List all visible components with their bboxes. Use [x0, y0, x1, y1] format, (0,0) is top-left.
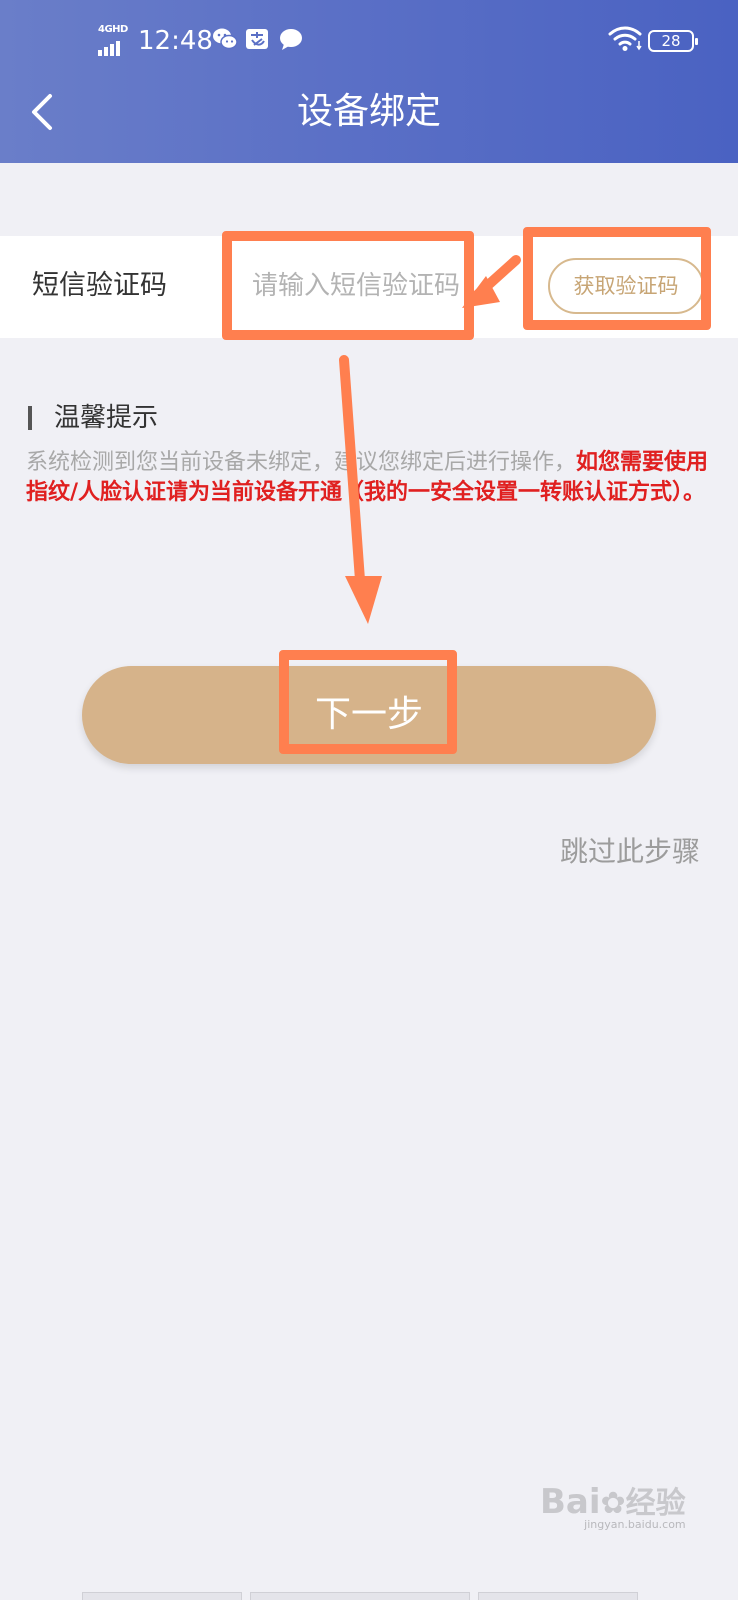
- signal-icon: 4GHD: [98, 24, 130, 56]
- network-type: 4GHD: [98, 24, 128, 35]
- annotation-box-input: [222, 231, 474, 340]
- wechat-icon: [212, 26, 238, 52]
- baidu-watermark-logo: Bai✿经验 jingyan.baidu.com: [540, 1482, 686, 1531]
- battery-icon: 28: [648, 30, 698, 52]
- alipay-icon: [244, 26, 270, 52]
- sms-code-label: 短信验证码: [32, 270, 167, 301]
- tips-bar-marker: [28, 406, 32, 430]
- wifi-icon: [608, 25, 644, 53]
- page-title: 设备绑定: [296, 91, 441, 132]
- tips-body: 系统检测到您当前设备未绑定，建议您绑定后进行操作，如您需要使用指纹/人脸认证请为…: [26, 448, 712, 508]
- tips-title-text: 温馨提示: [54, 403, 159, 433]
- header: 4GHD 12:48 28 设备绑定: [0, 0, 738, 163]
- status-time: 12:48: [138, 26, 213, 56]
- annotation-box-get-code: [523, 227, 711, 330]
- paw-icon: ✿: [600, 1486, 626, 1521]
- annotation-arrowhead-next: [345, 576, 382, 624]
- bottom-tab-edge: [250, 1592, 470, 1600]
- status-bar: 4GHD 12:48 28: [0, 0, 738, 80]
- annotation-box-next: [279, 650, 457, 754]
- skip-step-link[interactable]: 跳过此步骤: [520, 832, 700, 872]
- bottom-tab-edge: [478, 1592, 638, 1600]
- bottom-tab-edge: [82, 1592, 242, 1600]
- message-icon: [278, 26, 304, 52]
- tips-body-normal: 系统检测到您当前设备未绑定，建议您绑定后进行操作，: [26, 450, 577, 475]
